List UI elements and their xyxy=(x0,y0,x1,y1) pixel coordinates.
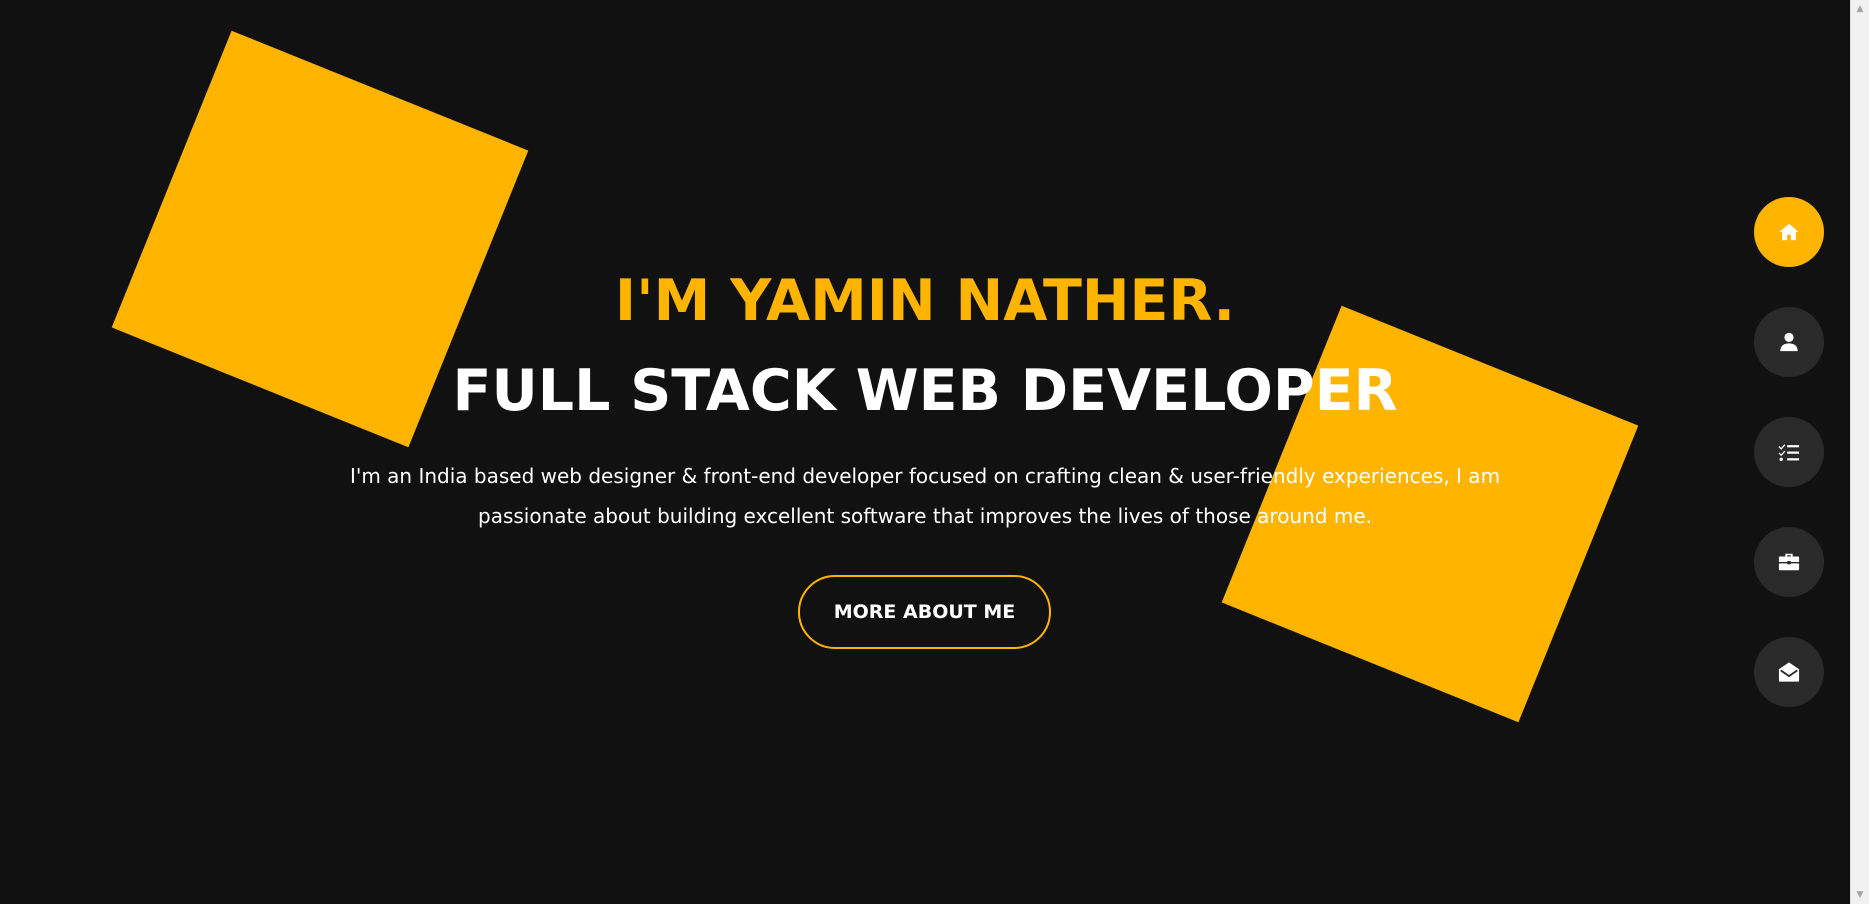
more-about-me-button[interactable]: MORE ABOUT ME xyxy=(798,575,1051,649)
envelope-open-icon xyxy=(1778,662,1800,682)
user-icon xyxy=(1780,332,1798,352)
hero-role-heading: FULL STACK WEB DEVELOPER xyxy=(452,358,1398,424)
home-icon xyxy=(1779,223,1799,241)
hero-name-heading: I'M YAMIN NATHER. xyxy=(614,268,1236,334)
list-check-icon xyxy=(1778,444,1800,461)
hero-description: I'm an India based web designer & front-… xyxy=(349,464,1501,528)
vertical-scrollbar[interactable]: ▲ ▼ xyxy=(1850,0,1869,904)
side-navigation xyxy=(1754,197,1824,747)
scroll-up-arrow[interactable]: ▲ xyxy=(1851,0,1869,18)
briefcase-icon xyxy=(1778,553,1800,571)
nav-contact-button[interactable] xyxy=(1754,637,1824,707)
nav-resume-button[interactable] xyxy=(1754,417,1824,487)
nav-portfolio-button[interactable] xyxy=(1754,527,1824,597)
nav-home-button[interactable] xyxy=(1754,197,1824,267)
nav-about-button[interactable] xyxy=(1754,307,1824,377)
hero-section: I'M YAMIN NATHER. FULL STACK WEB DEVELOP… xyxy=(0,0,1850,904)
scroll-down-arrow[interactable]: ▼ xyxy=(1851,886,1869,904)
page: I'M YAMIN NATHER. FULL STACK WEB DEVELOP… xyxy=(0,0,1869,904)
